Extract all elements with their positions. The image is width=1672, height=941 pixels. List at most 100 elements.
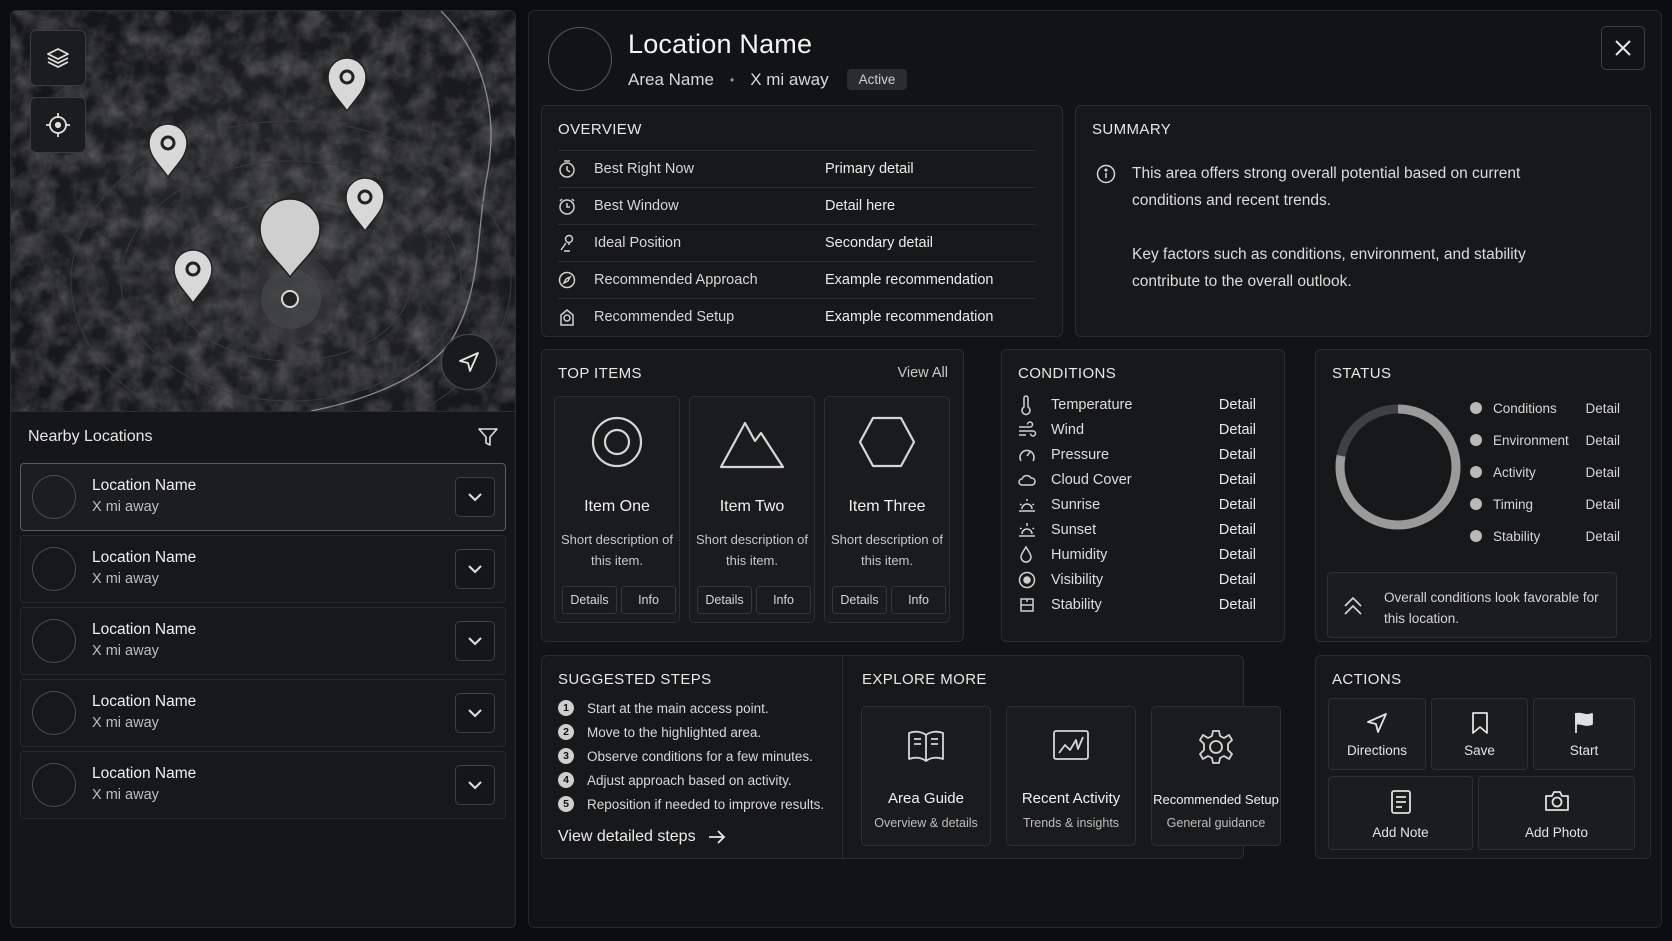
overview-label: Recommended Setup — [594, 309, 735, 325]
condition-row: Sunset Detail — [1018, 517, 1256, 542]
info-button[interactable]: Info — [891, 586, 946, 614]
gear-icon — [1198, 729, 1234, 765]
layers-button[interactable] — [30, 30, 86, 86]
explore-title: EXPLORE MORE — [862, 671, 987, 688]
recenter-button[interactable] — [30, 97, 86, 153]
camera-icon — [1544, 789, 1570, 813]
start-button[interactable]: Start — [1533, 698, 1635, 770]
item-card[interactable]: Item One Short description of this item.… — [554, 396, 680, 623]
view-steps-link[interactable]: View detailed steps — [558, 828, 726, 846]
info-button[interactable]: Info — [756, 586, 811, 614]
details-button[interactable]: Details — [562, 586, 617, 614]
item-card[interactable]: Item Two Short description of this item.… — [689, 396, 815, 623]
sunrise-icon — [1018, 497, 1036, 513]
step-number: 1 — [558, 700, 574, 716]
add-note-button[interactable]: Add Note — [1328, 776, 1473, 850]
avatar — [32, 763, 76, 807]
condition-label: Pressure — [1051, 446, 1110, 463]
app: Nearby Locations Location Name X mi away … — [0, 0, 1672, 941]
view-all-link[interactable]: View All — [897, 365, 948, 381]
status-value: Detail — [1585, 496, 1620, 512]
step-number: 2 — [558, 724, 574, 740]
directions-button[interactable]: Directions — [1328, 698, 1426, 770]
overview-value: Primary detail — [825, 161, 914, 177]
chevron-down-icon — [467, 636, 483, 646]
info-button[interactable]: Info — [621, 586, 676, 614]
left-panel: Nearby Locations Location Name X mi away … — [10, 10, 516, 928]
steps-explore-card: SUGGESTED STEPS 1 Start at the main acces… — [541, 655, 1281, 860]
condition-row: Wind Detail — [1018, 417, 1256, 442]
filter-icon[interactable] — [477, 426, 499, 448]
save-button[interactable]: Save — [1431, 698, 1528, 770]
map-pin-icon[interactable] — [173, 249, 213, 305]
condition-label: Wind — [1051, 421, 1085, 438]
action-label: Save — [1464, 743, 1495, 758]
recent-activity-card[interactable]: Recent Activity Trends & insights — [1006, 706, 1136, 846]
chevron-down-icon — [467, 708, 483, 718]
list-item[interactable]: Location Name X mi away — [20, 463, 506, 531]
item-name: Item Two — [719, 498, 785, 515]
status-label: Conditions — [1493, 400, 1557, 416]
action-label: Add Photo — [1524, 825, 1589, 840]
expand-button[interactable] — [455, 477, 495, 517]
location-name: Location Name — [92, 693, 197, 710]
close-button[interactable] — [1601, 26, 1645, 70]
overview-value: Detail here — [825, 198, 896, 214]
action-label: Start — [1569, 743, 1599, 758]
expand-button[interactable] — [455, 693, 495, 733]
condition-label: Sunrise — [1051, 496, 1101, 513]
condition-label: Cloud Cover — [1051, 471, 1132, 488]
stability-icon — [1018, 596, 1036, 614]
chart-icon — [1052, 729, 1090, 763]
overview-row: Best Right Now Primary detail — [558, 150, 1036, 187]
overview-row: Recommended Setup Example recommendation — [558, 298, 1036, 335]
map-pin-icon[interactable] — [148, 123, 188, 179]
map[interactable] — [11, 11, 515, 411]
area-guide-card[interactable]: Area Guide Overview & details — [861, 706, 991, 846]
status-note: Overall conditions look favorable for th… — [1327, 572, 1617, 638]
overview-row: Ideal Position Secondary detail — [558, 224, 1036, 261]
expand-button[interactable] — [455, 621, 495, 661]
status-note-text: Overall conditions look favorable for th… — [1384, 590, 1599, 626]
map-pin-icon[interactable] — [345, 177, 385, 233]
list-item[interactable]: Location Name X mi away — [20, 751, 506, 819]
avatar — [32, 475, 76, 519]
details-button[interactable]: Details — [697, 586, 752, 614]
explore-name: Recommended Setup — [1153, 792, 1279, 807]
step-item: 2 Move to the highlighted area. — [558, 721, 761, 743]
crosshair-icon — [45, 112, 71, 138]
avatar — [32, 619, 76, 663]
conditions-card: CONDITIONS Temperature Detail Wind Detail … — [1001, 349, 1285, 642]
explore-name: Recent Activity — [1021, 790, 1121, 807]
item-card[interactable]: Item Three Short description of this ite… — [824, 396, 950, 623]
step-text: Start at the main access point. — [587, 700, 769, 716]
expand-button[interactable] — [455, 549, 495, 589]
item-name: Item One — [584, 498, 650, 515]
item-description: Short description of this item. — [831, 532, 944, 568]
mountain-icon — [719, 415, 785, 469]
list-item[interactable]: Location Name X mi away — [20, 535, 506, 603]
list-item[interactable]: Location Name X mi away — [20, 679, 506, 747]
details-button[interactable]: Details — [832, 586, 887, 614]
map-pin-icon[interactable] — [327, 57, 367, 113]
status-row: Environment Detail — [1470, 430, 1620, 450]
expand-button[interactable] — [455, 765, 495, 805]
pressure-icon — [1018, 446, 1036, 464]
status-row: Timing Detail — [1470, 494, 1620, 514]
condition-label: Temperature — [1051, 396, 1133, 413]
explore-description: Trends & insights — [1022, 816, 1120, 830]
chevron-down-icon — [467, 780, 483, 790]
my-location-button[interactable] — [441, 334, 497, 390]
location-distance: X mi away — [92, 715, 159, 731]
add-photo-button[interactable]: Add Photo — [1478, 776, 1635, 850]
status-dot — [1470, 466, 1482, 478]
list-item[interactable]: Location Name X mi away — [20, 607, 506, 675]
step-text: Observe conditions for a few minutes. — [587, 748, 813, 764]
chevron-down-icon — [467, 492, 483, 502]
action-label: Add Note — [1372, 825, 1429, 840]
recommended-setup-card[interactable]: Recommended Setup General guidance — [1151, 706, 1281, 846]
selected-map-pin-icon[interactable] — [259, 198, 321, 308]
condition-row: Stability Detail — [1018, 592, 1256, 617]
condition-row: Sunrise Detail — [1018, 492, 1256, 517]
location-distance: X mi away — [92, 571, 159, 587]
